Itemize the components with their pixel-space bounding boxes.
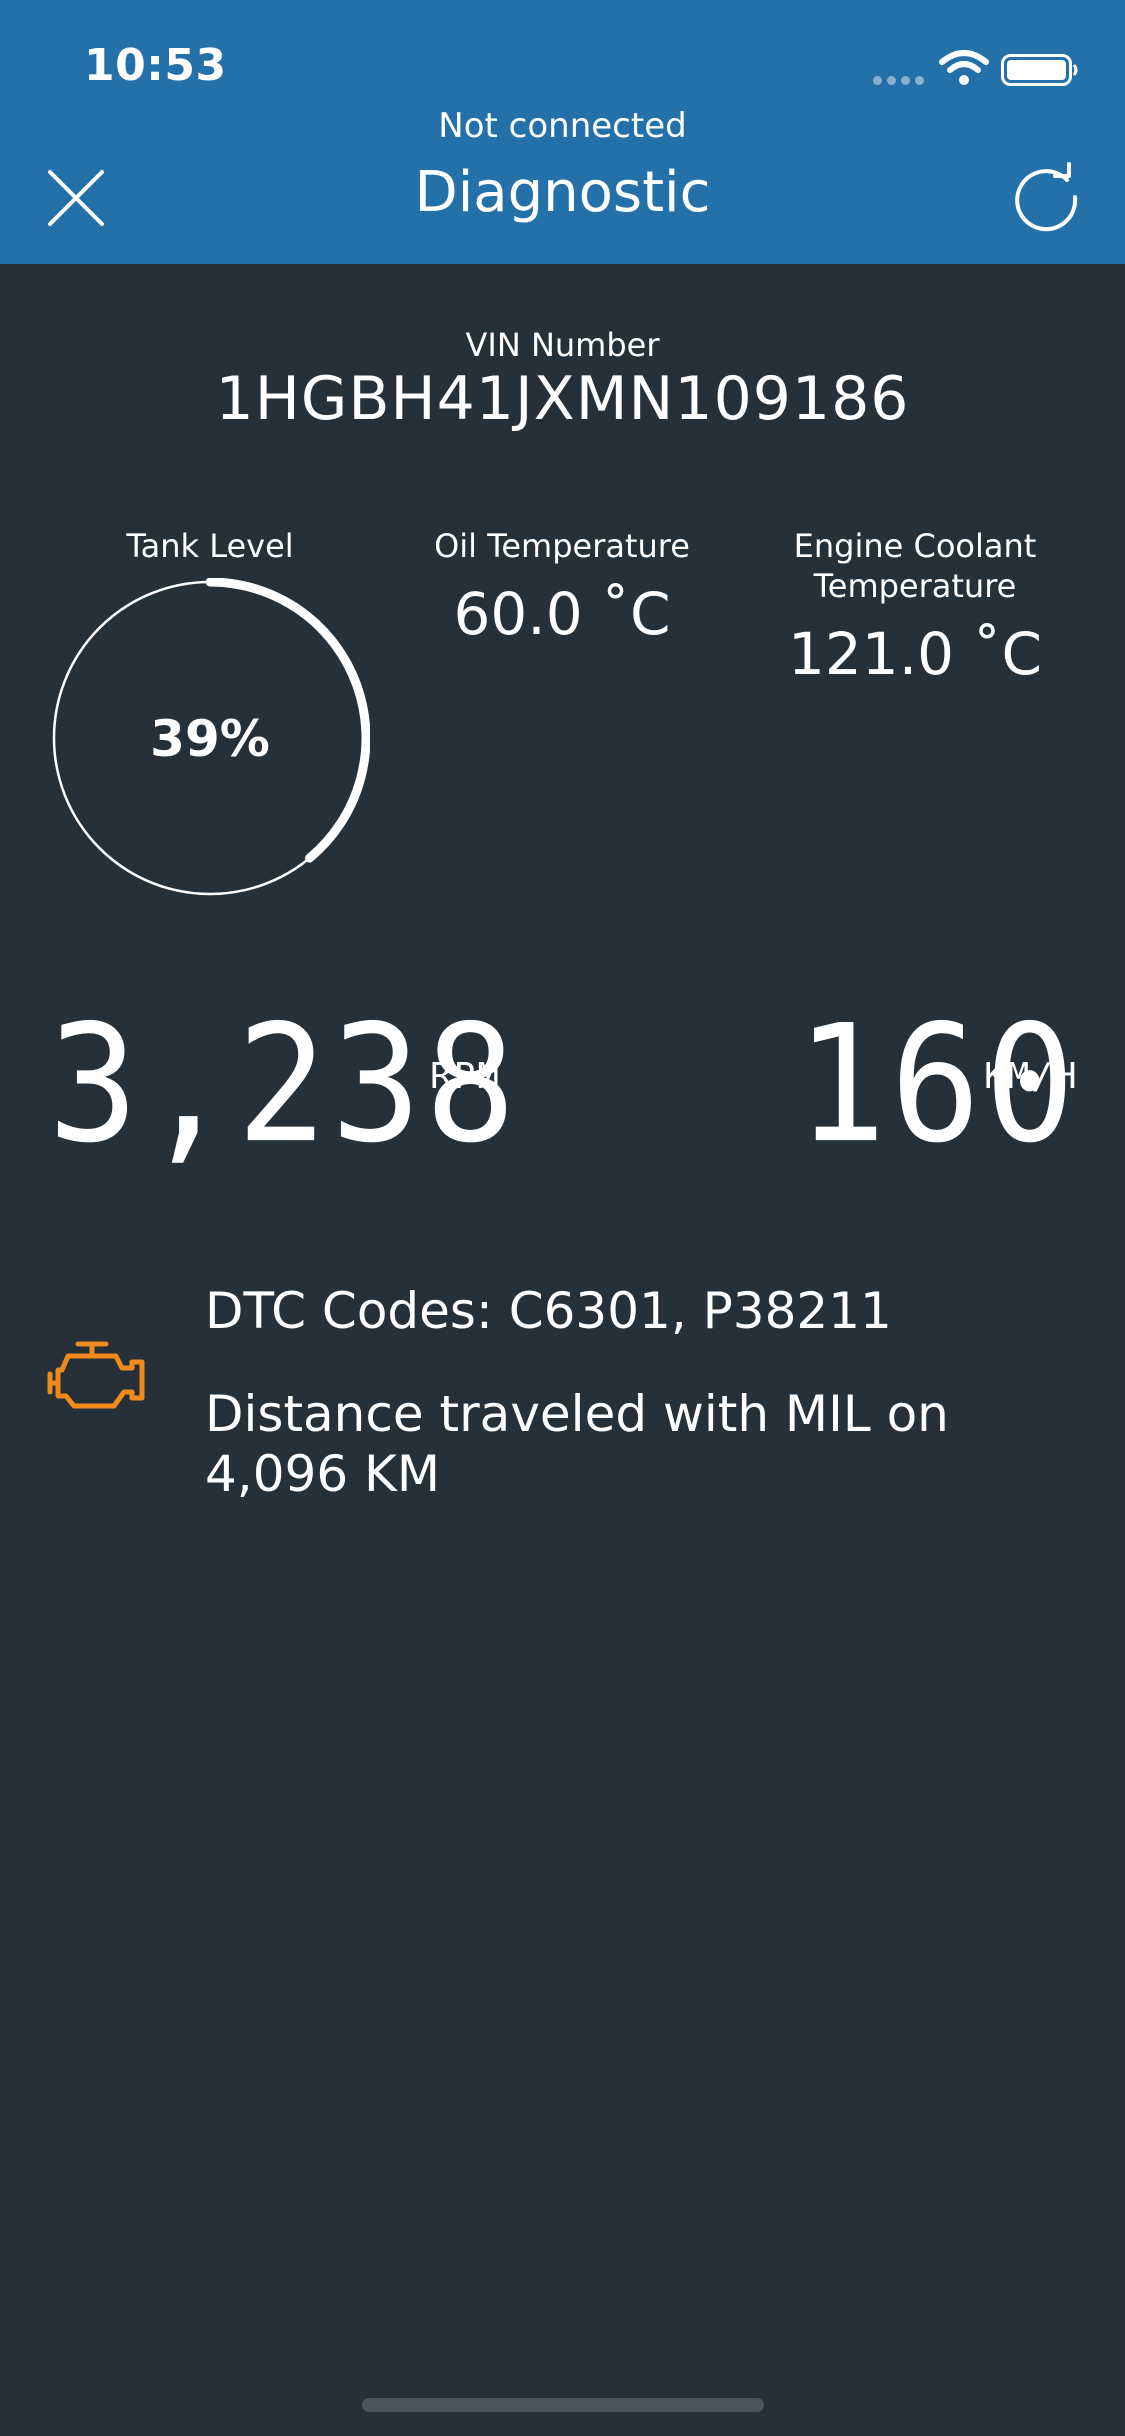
battery-icon [1001, 54, 1078, 86]
wifi-icon [939, 50, 989, 85]
home-indicator[interactable] [362, 2398, 764, 2412]
header-bar: 10:53 Not connected Diagnostic [0, 0, 1125, 264]
coolant-temperature-label: Engine Coolant Temperature [765, 526, 1065, 606]
speed-unit: KM/H [984, 1056, 1079, 1097]
coolant-temperature-value: 121.0 ˚C [788, 620, 1042, 688]
vin-value: 1HGBH41JXMN109186 [215, 364, 910, 434]
tank-level-label: Tank Level [126, 527, 294, 565]
page-title: Diagnostic [414, 160, 711, 225]
mil-distance-label: Distance traveled with MIL on [205, 1385, 949, 1443]
oil-temperature-value: 60.0 ˚C [453, 580, 671, 648]
mil-distance: Distance traveled with MIL on 4,096 KM [205, 1384, 1005, 1504]
coolant-label-line1: Engine Coolant [793, 527, 1037, 565]
mil-distance-value: 4,096 KM [205, 1445, 440, 1503]
oil-temperature-label: Oil Temperature [434, 527, 690, 565]
tank-level-value: 39% [150, 710, 270, 768]
connection-status: Not connected [438, 106, 687, 146]
check-engine-icon [47, 1341, 145, 1409]
status-icons [873, 48, 1083, 92]
coolant-label-line2: Temperature [813, 567, 1017, 605]
status-time: 10:53 [84, 40, 227, 91]
signal-icon [873, 76, 925, 88]
vin-label: VIN Number [465, 326, 660, 364]
refresh-icon[interactable] [1011, 162, 1081, 232]
dtc-codes: DTC Codes: C6301, P38211 [205, 1282, 892, 1340]
rpm-unit: RPM [430, 1056, 502, 1097]
